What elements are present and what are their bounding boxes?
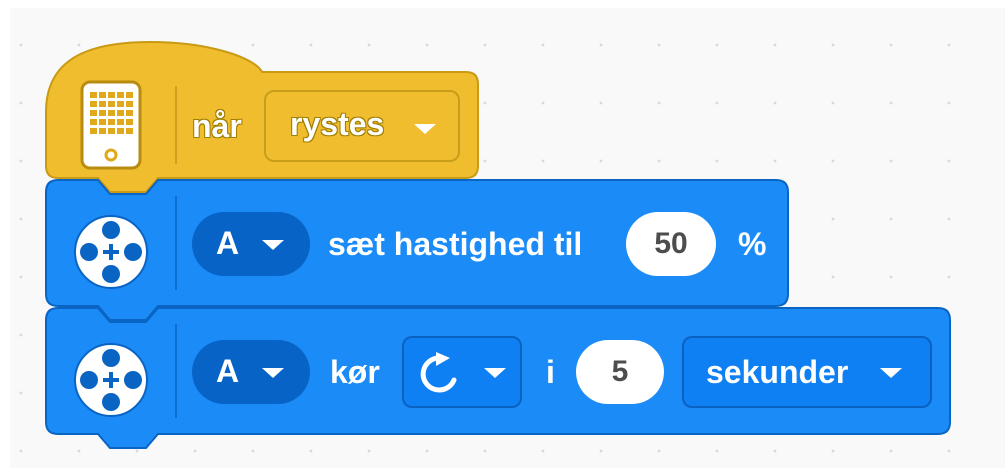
hub-display-icon bbox=[80, 80, 142, 170]
clockwise-arrow-icon bbox=[420, 352, 457, 393]
run-label: kør bbox=[330, 354, 380, 390]
chevron-down-icon bbox=[262, 240, 284, 250]
speed-value-input[interactable]: 50 bbox=[626, 212, 716, 276]
run-port-dropdown[interactable]: A bbox=[192, 340, 310, 404]
chevron-down-icon bbox=[484, 368, 506, 378]
chevron-down-icon bbox=[880, 368, 902, 378]
speed-port-value: A bbox=[216, 225, 240, 261]
run-port-value: A bbox=[216, 353, 240, 389]
speed-port-dropdown[interactable]: A bbox=[192, 212, 310, 276]
set-speed-label: sæt hastighed til bbox=[328, 226, 583, 262]
speed-separator bbox=[175, 196, 177, 290]
unit-dropdown[interactable]: sekunder bbox=[682, 336, 932, 408]
motor-icon bbox=[74, 215, 148, 289]
hat-separator bbox=[175, 86, 177, 164]
shake-dropdown[interactable]: rystes bbox=[264, 90, 460, 162]
chevron-down-icon bbox=[414, 124, 436, 134]
unit-dropdown-value: sekunder bbox=[706, 354, 849, 390]
motor-icon bbox=[74, 343, 148, 417]
percent-label: % bbox=[738, 226, 767, 262]
hat-when-label: når bbox=[192, 108, 242, 144]
run-separator bbox=[175, 324, 177, 418]
direction-dropdown[interactable] bbox=[402, 336, 522, 408]
shake-dropdown-value: rystes bbox=[290, 106, 385, 142]
for-label: i bbox=[546, 354, 555, 390]
duration-value-input[interactable]: 5 bbox=[576, 340, 664, 404]
chevron-down-icon bbox=[262, 368, 284, 378]
